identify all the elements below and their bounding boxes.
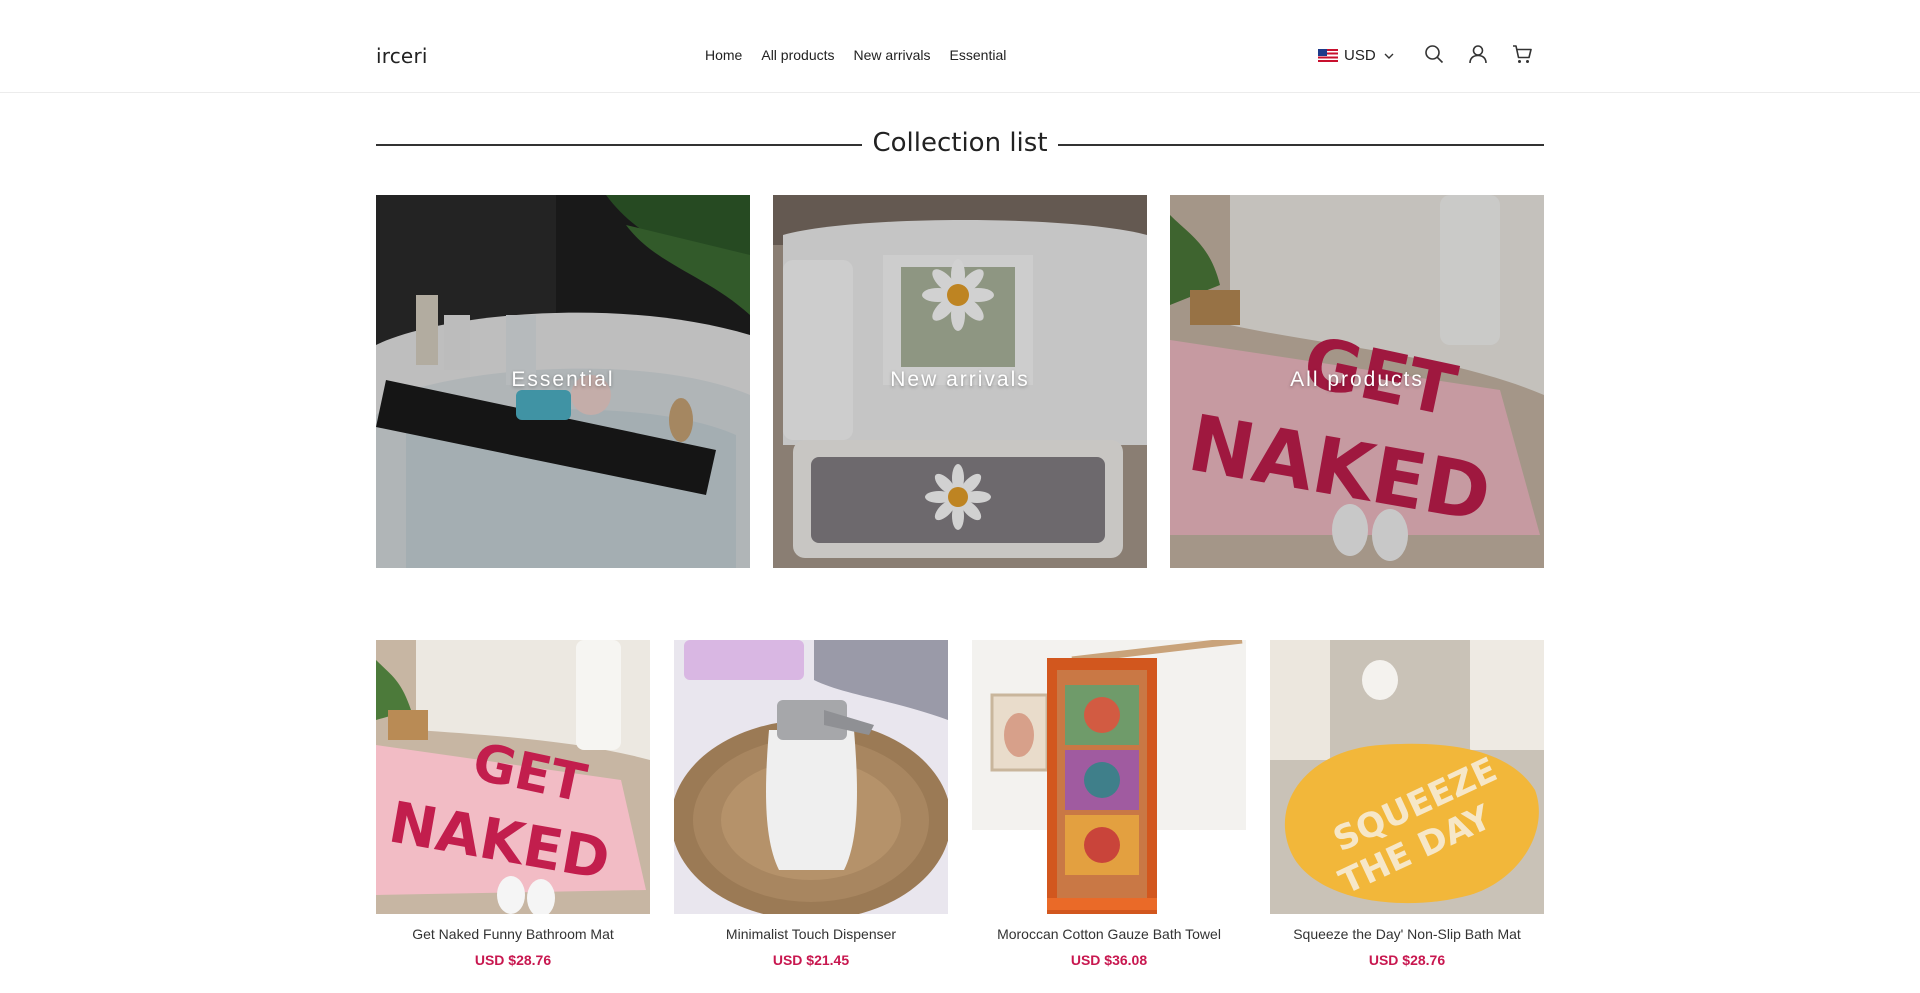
- collection-label-new-arrivals: New arrivals: [890, 368, 1030, 391]
- product-price: USD $36.08: [1070, 952, 1148, 968]
- product-price: USD $21.45: [772, 952, 850, 968]
- product-image[interactable]: [674, 640, 948, 914]
- nav-essential[interactable]: Essential: [950, 47, 1007, 63]
- product-price: USD $28.76: [1368, 952, 1446, 968]
- nav-new-arrivals[interactable]: New arrivals: [854, 47, 931, 63]
- product-name[interactable]: Squeeze the Day' Non-Slip Bath Mat: [1270, 926, 1544, 942]
- site-header: irceri Home All products New arrivals Es…: [0, 0, 1920, 93]
- collection-card-new-arrivals[interactable]: New arrivals: [773, 195, 1147, 568]
- cart-icon[interactable]: [1511, 43, 1533, 65]
- product-name[interactable]: Moroccan Cotton Gauze Bath Towel: [972, 926, 1246, 942]
- nav-all-products[interactable]: All products: [761, 47, 834, 63]
- product-card[interactable]: GET NAKED Get Naked Funny Bathroom Mat U…: [376, 640, 650, 968]
- currency-code: USD: [1344, 47, 1376, 64]
- product-name[interactable]: Minimalist Touch Dispenser: [674, 926, 948, 942]
- collection-card-all-products[interactable]: GET NAKED All products: [1170, 195, 1544, 568]
- product-card[interactable]: SQUEEZE THE DAY Squeeze the Day' Non-Sli…: [1270, 640, 1544, 968]
- nav-home[interactable]: Home: [705, 47, 742, 63]
- product-image[interactable]: GET NAKED: [376, 640, 650, 914]
- heading-divider-right: [1058, 144, 1544, 146]
- collection-card-essential[interactable]: Essential: [376, 195, 750, 568]
- collection-list-heading: Collection list: [376, 126, 1544, 162]
- section-title: Collection list: [872, 128, 1048, 158]
- product-name[interactable]: Get Naked Funny Bathroom Mat: [376, 926, 650, 942]
- chevron-down-icon: [1384, 53, 1394, 59]
- currency-selector[interactable]: USD: [1318, 47, 1396, 64]
- search-icon[interactable]: [1423, 43, 1445, 65]
- product-card[interactable]: Minimalist Touch Dispenser USD $21.45: [674, 640, 948, 968]
- collection-label-all-products: All products: [1290, 368, 1424, 391]
- us-flag-icon: [1318, 49, 1338, 62]
- brand-logo[interactable]: irceri: [376, 44, 428, 68]
- product-image[interactable]: SQUEEZE THE DAY: [1270, 640, 1544, 914]
- product-price: USD $28.76: [474, 952, 552, 968]
- product-image[interactable]: [972, 640, 1246, 914]
- collection-label-essential: Essential: [511, 368, 615, 391]
- product-card[interactable]: Moroccan Cotton Gauze Bath Towel USD $36…: [972, 640, 1246, 968]
- main-nav: Home All products New arrivals Essential: [705, 47, 1006, 63]
- account-icon[interactable]: [1467, 43, 1489, 65]
